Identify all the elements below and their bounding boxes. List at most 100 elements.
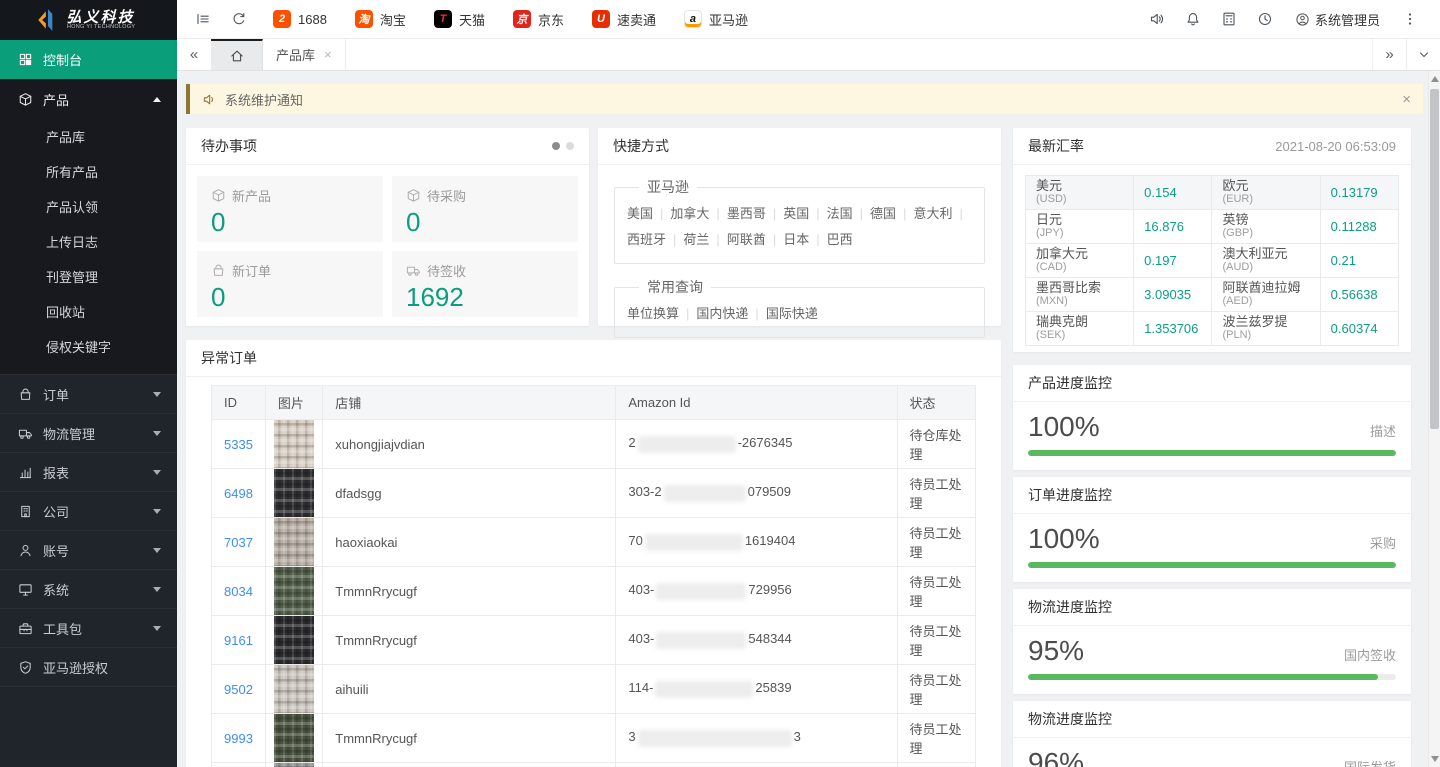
column-header: 图片: [265, 386, 322, 420]
collapse-sidebar-button[interactable]: [185, 0, 221, 38]
shortcut-link[interactable]: 国内快递: [696, 306, 748, 321]
vertical-scrollbar[interactable]: [1428, 71, 1440, 767]
marketplace-link[interactable]: 2 1688: [265, 10, 347, 29]
table-row[interactable]: 7037 haoxiaokai 701619404 待员工处理: [212, 518, 976, 567]
sidebar-group[interactable]: 公司: [0, 491, 177, 530]
marketplace-link[interactable]: U 速卖通: [584, 10, 676, 29]
refresh-button[interactable]: [221, 0, 257, 38]
stat-label: 新产品: [232, 186, 271, 205]
tab-home[interactable]: [211, 39, 263, 70]
carousel-dot-active[interactable]: [552, 142, 560, 150]
scrollbar-thumb[interactable]: [1430, 89, 1439, 429]
separator: |: [686, 306, 689, 321]
table-row[interactable]: 9161 TmmnRrycugf 403-548344 待员工处理: [212, 616, 976, 665]
sidebar-submenu-item[interactable]: 所有产品: [0, 154, 177, 189]
table-row[interactable]: [212, 763, 976, 767]
order-id-link[interactable]: 8034: [224, 584, 253, 599]
sidebar-submenu-item[interactable]: 侵权关键字: [0, 329, 177, 364]
sidebar-group[interactable]: 报表: [0, 452, 177, 491]
clock-button[interactable]: [1247, 0, 1283, 38]
close-icon[interactable]: ×: [1402, 91, 1411, 108]
brand-logo[interactable]: 弘义科技 HONG YI TECHNOLOGY: [0, 0, 177, 40]
sidebar-group[interactable]: 亚马逊授权: [0, 647, 177, 686]
shortcut-link[interactable]: 国际快递: [766, 306, 818, 321]
announcement-button[interactable]: [1139, 0, 1175, 38]
cube-icon: [18, 92, 33, 107]
order-id-link[interactable]: 7037: [224, 535, 253, 550]
currency-name: 波兰兹罗提(PLN): [1212, 312, 1320, 346]
marketplace-link[interactable]: 淘 淘宝: [347, 10, 426, 29]
table-row[interactable]: 9502 aihuili 114-25839 待员工处理: [212, 665, 976, 714]
shortcut-link[interactable]: 美国: [627, 206, 653, 221]
carousel-dots: [552, 142, 574, 150]
table-row[interactable]: 6498 dfadsgg 303-2079509 待员工处理: [212, 469, 976, 518]
shortcut-link[interactable]: 单位换算: [627, 306, 679, 321]
order-id-link[interactable]: 9993: [224, 731, 253, 746]
todo-stat[interactable]: 待签收 1692: [392, 251, 578, 317]
order-status: 待员工处理: [897, 567, 975, 616]
user-icon: [18, 543, 33, 558]
orders-table: ID图片店铺Amazon Id状态 5335 xuhongjiajvdian 2…: [211, 385, 976, 767]
sidebar-group[interactable]: 工具包: [0, 608, 177, 647]
carousel-dot[interactable]: [566, 142, 574, 150]
user-name: 系统管理员: [1315, 10, 1380, 29]
sidebar-group[interactable]: 物流管理: [0, 413, 177, 452]
volume-icon: [1149, 11, 1165, 27]
table-row[interactable]: 5335 xuhongjiajvdian 2-2676345 待仓库处理: [212, 420, 976, 469]
shortcut-link[interactable]: 加拿大: [670, 206, 709, 221]
sidebar-group[interactable]: 系统: [0, 569, 177, 608]
order-status: 待员工处理: [897, 665, 975, 714]
sidebar-submenu-item[interactable]: 产品认领: [0, 189, 177, 224]
notifications-button[interactable]: [1175, 0, 1211, 38]
tabs-scroll-right-button[interactable]: »: [1372, 39, 1406, 70]
tabs-menu-button[interactable]: [1406, 39, 1440, 70]
shortcut-link[interactable]: 墨西哥: [727, 206, 766, 221]
shortcut-link[interactable]: 英国: [783, 206, 809, 221]
shortcut-link[interactable]: 西班牙: [627, 232, 666, 247]
table-row[interactable]: 8034 TmmnRrycugf 403-729956 待员工处理: [212, 567, 976, 616]
card-title: 产品进度监控: [1013, 365, 1411, 402]
todo-stat[interactable]: 待采购 0: [392, 176, 578, 242]
sidebar-submenu-item[interactable]: 刊登管理: [0, 259, 177, 294]
scroll-down-arrow-icon[interactable]: [1431, 756, 1439, 762]
card-title: 物流进度监控: [1013, 701, 1411, 738]
scroll-up-arrow-icon[interactable]: [1431, 76, 1439, 82]
shortcut-link[interactable]: 日本: [783, 232, 809, 247]
sidebar-section-product: 产品 产品库所有产品产品认领上传日志刊登管理回收站侵权关键字: [0, 79, 177, 374]
rate-row: 瑞典克朗(SEK)1.353706波兰兹罗提(PLN)0.60374: [1026, 312, 1399, 346]
shortcut-link[interactable]: 德国: [870, 206, 896, 221]
table-row[interactable]: 9993 TmmnRrycugf 33 待员工处理: [212, 714, 976, 763]
sidebar-group-product[interactable]: 产品: [0, 79, 177, 119]
calculator-button[interactable]: [1211, 0, 1247, 38]
marketplace-link[interactable]: 京 京东: [505, 10, 584, 29]
tab-label: 产品库: [276, 45, 315, 64]
order-id-link[interactable]: 9161: [224, 633, 253, 648]
card-title: 最新汇率: [1028, 136, 1084, 156]
marketplace-link[interactable]: T 天猫: [426, 10, 505, 29]
shortcut-link[interactable]: 荷兰: [683, 232, 709, 247]
order-id-link[interactable]: 5335: [224, 437, 253, 452]
more-menu-button[interactable]: [1392, 0, 1428, 38]
shortcut-link[interactable]: 巴西: [827, 232, 853, 247]
sidebar-submenu-item[interactable]: 产品库: [0, 119, 177, 154]
tabs-scroll-left-button[interactable]: «: [177, 39, 211, 70]
shortcut-link[interactable]: 阿联酋: [727, 232, 766, 247]
user-menu[interactable]: 系统管理员: [1283, 10, 1392, 29]
order-status: 待员工处理: [897, 518, 975, 567]
progress-percent: 95%: [1028, 635, 1084, 667]
sidebar-group[interactable]: 订单: [0, 374, 177, 413]
sidebar-item-console[interactable]: 控制台: [0, 40, 177, 79]
order-id-link[interactable]: 9502: [224, 682, 253, 697]
shortcut-link[interactable]: 法国: [827, 206, 853, 221]
shortcut-link[interactable]: 意大利: [913, 206, 952, 221]
todo-stat[interactable]: 新产品 0: [197, 176, 383, 242]
close-icon[interactable]: ×: [324, 47, 332, 62]
order-id-link[interactable]: 6498: [224, 486, 253, 501]
sidebar-submenu-item[interactable]: 上传日志: [0, 224, 177, 259]
sidebar-group[interactable]: 账号: [0, 530, 177, 569]
marketplace-link[interactable]: a 亚马逊: [676, 10, 768, 29]
todo-stat[interactable]: 新订单 0: [197, 251, 383, 317]
separator: |: [716, 206, 719, 221]
sidebar-submenu-item[interactable]: 回收站: [0, 294, 177, 329]
tab-product-library[interactable]: 产品库 ×: [263, 39, 346, 70]
